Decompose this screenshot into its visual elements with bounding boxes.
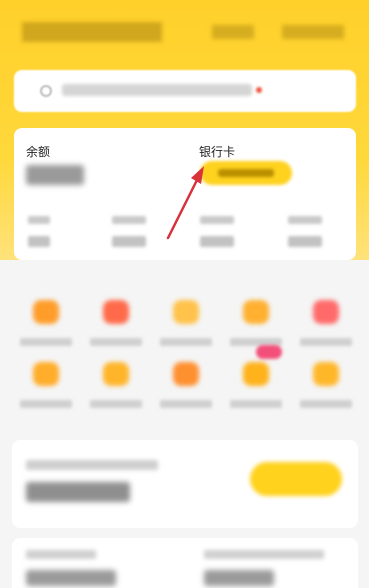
top-link-2[interactable]	[282, 25, 344, 39]
grid-item[interactable]	[86, 362, 146, 412]
top-link-1[interactable]	[212, 25, 254, 39]
grid-item[interactable]	[156, 362, 216, 412]
function-grid	[0, 290, 369, 420]
balance-card: 余额 银行卡	[14, 128, 356, 260]
stat-item[interactable]	[112, 216, 146, 247]
fund-card-value	[26, 482, 130, 502]
grid-item[interactable]	[226, 300, 286, 350]
new-badge	[256, 345, 282, 359]
grid-item[interactable]	[16, 362, 76, 412]
fund-card	[12, 440, 358, 528]
top-bar	[0, 0, 369, 62]
balance-label: 余额	[26, 145, 51, 159]
search-placeholder	[62, 84, 252, 96]
grid-item[interactable]	[16, 300, 76, 350]
balance-value	[26, 165, 84, 185]
grid-item[interactable]	[156, 300, 216, 350]
grid-item[interactable]	[226, 362, 286, 412]
bank-card-button-text	[218, 169, 274, 177]
stat-item[interactable]	[200, 216, 234, 247]
stat-item[interactable]	[28, 216, 50, 247]
stat-item[interactable]	[288, 216, 322, 247]
search-icon	[40, 85, 52, 97]
grid-item[interactable]	[86, 300, 146, 350]
fund-card-button[interactable]	[250, 462, 342, 496]
bank-card-button[interactable]	[200, 161, 292, 185]
grid-item[interactable]	[296, 300, 356, 350]
search-bar[interactable]	[14, 70, 356, 112]
search-dot	[256, 87, 262, 93]
bottom-card	[12, 538, 358, 588]
grid-item[interactable]	[296, 362, 356, 412]
fund-card-label	[26, 460, 158, 470]
bank-card-label: 银行卡	[199, 145, 236, 159]
app-title-blurred	[22, 22, 162, 42]
